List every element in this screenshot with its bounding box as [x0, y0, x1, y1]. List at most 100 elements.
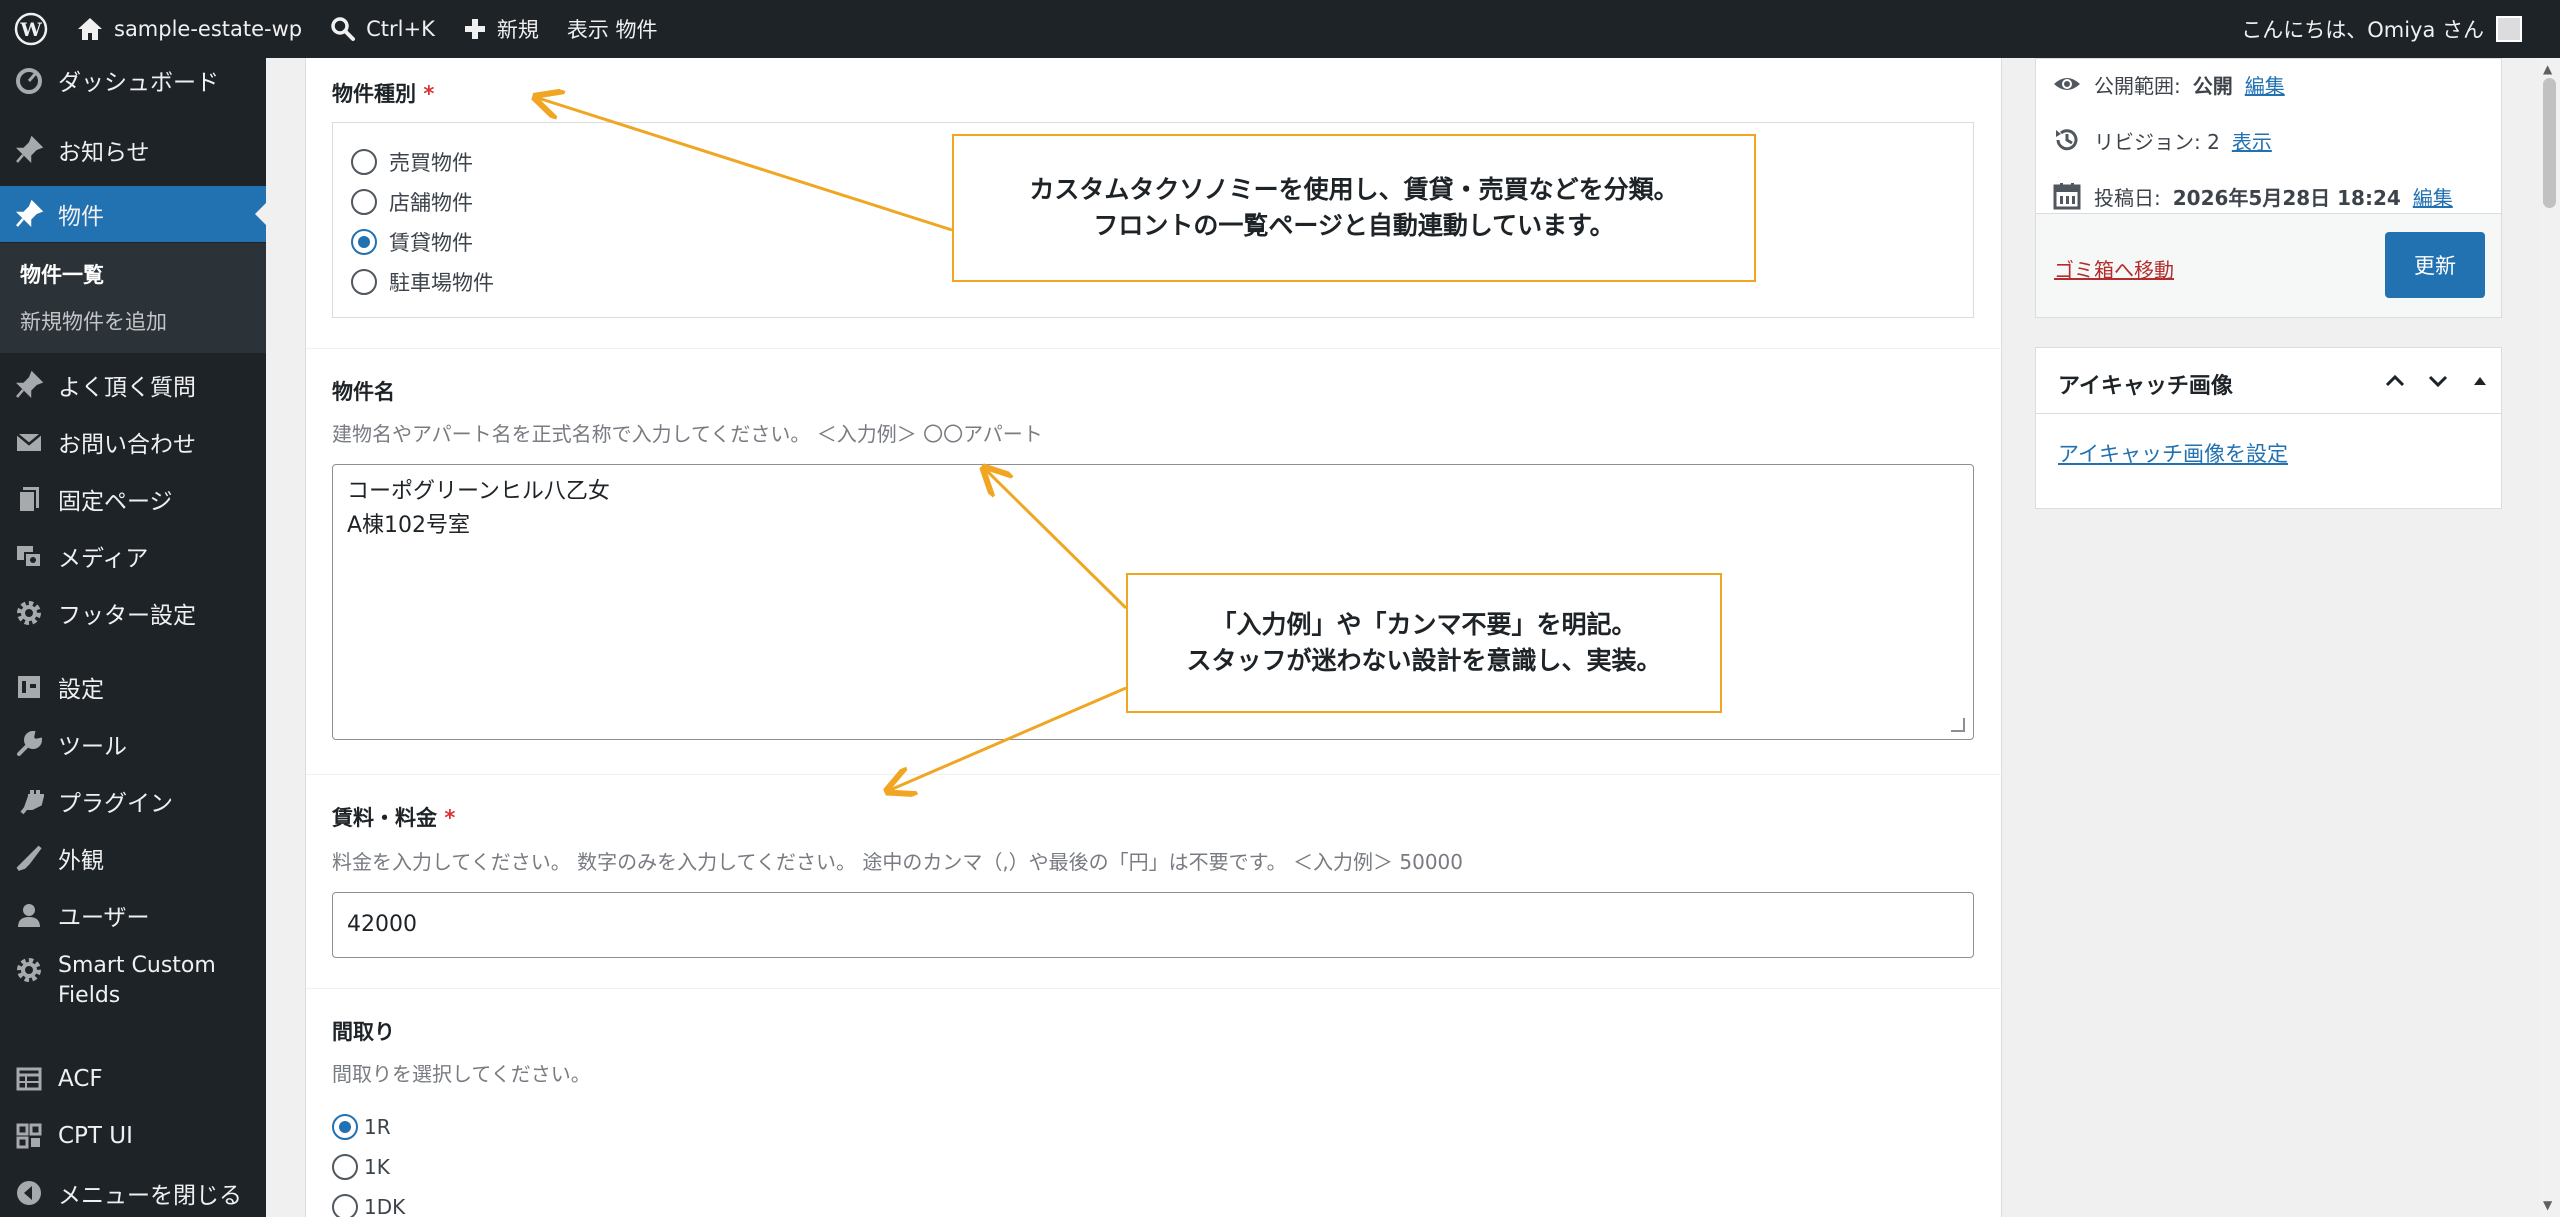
- search-shortcut: Ctrl+K: [366, 17, 435, 41]
- chevron-up-icon: [2385, 374, 2405, 387]
- account-menu[interactable]: こんにちは、Omiya さん: [2241, 0, 2522, 58]
- radio-circle[interactable]: [351, 189, 377, 215]
- search-button[interactable]: Ctrl+K: [316, 0, 449, 58]
- sidebar-label: フッター設定: [58, 603, 196, 629]
- move-to-trash-link[interactable]: ゴミ箱へ移動: [2054, 254, 2174, 283]
- wordpress-logo-button[interactable]: W: [0, 0, 62, 58]
- radio-circle-checked[interactable]: [351, 229, 377, 255]
- radio-label: 1K: [364, 1155, 390, 1179]
- revisions-label: リビジョン: 2: [2094, 129, 2220, 154]
- wrench-icon: [17, 730, 43, 756]
- site-name: sample-estate-wp: [114, 17, 303, 41]
- sidebar-item-plugins[interactable]: プラグイン: [0, 780, 266, 822]
- required-mark: *: [444, 806, 456, 830]
- label-text: 賃料・料金: [332, 806, 437, 830]
- user-icon: [18, 904, 40, 927]
- textarea-resize-grip[interactable]: [1951, 718, 1969, 736]
- table-icon: [16, 1067, 42, 1091]
- radio-circle[interactable]: [332, 1154, 358, 1180]
- pin-icon: [15, 199, 44, 228]
- radio-option-rental[interactable]: 賃貸物件: [351, 227, 473, 257]
- featured-image-header: アイキャッチ画像: [2036, 348, 2501, 414]
- scroll-thumb[interactable]: [2543, 78, 2556, 208]
- radio-option-parking[interactable]: 駐車場物件: [351, 267, 494, 297]
- home-icon: [78, 18, 102, 40]
- sidebar-item-faq[interactable]: よく頂く質問: [0, 364, 266, 406]
- sidebar-label: 設定: [58, 677, 104, 703]
- sidebar-label: 物件: [58, 204, 104, 230]
- sidebar-item-news[interactable]: お知らせ: [0, 130, 266, 170]
- radio-circle[interactable]: [351, 149, 377, 175]
- radio-option-shop[interactable]: 店舗物件: [351, 187, 473, 217]
- radio-option-1k[interactable]: 1K: [332, 1154, 390, 1180]
- sidebar-item-appearance[interactable]: 外観: [0, 837, 266, 879]
- sidebar-item-contact[interactable]: お問い合わせ: [0, 421, 266, 463]
- sidebar-item-dashboard[interactable]: ダッシュボード: [0, 62, 266, 98]
- sidebar-label: お問い合わせ: [58, 432, 196, 458]
- view-property-link[interactable]: 表示 物件: [553, 0, 672, 58]
- page-scrollbar[interactable]: ▲ ▼: [2539, 58, 2560, 1217]
- grip-mark: [1951, 718, 1965, 732]
- scroll-down-arrow-icon[interactable]: ▼: [2543, 1198, 2552, 1212]
- sidebar-item-pages[interactable]: 固定ページ: [0, 478, 266, 520]
- sidebar-label: ツール: [58, 734, 127, 760]
- pin-icon: [15, 370, 44, 399]
- svg-text:W: W: [19, 19, 42, 41]
- triangle-up-icon: [2474, 377, 2486, 385]
- collapse-menu-button[interactable]: メニューを閉じる: [0, 1172, 266, 1214]
- submenu-item-add-property[interactable]: 新規物件を追加: [20, 306, 167, 336]
- radio-option-sale[interactable]: 売買物件: [351, 147, 473, 177]
- publish-actions: ゴミ箱へ移動 更新: [2036, 213, 2501, 317]
- sidebar-item-tools[interactable]: ツール: [0, 723, 266, 765]
- move-up-button[interactable]: [2379, 365, 2411, 397]
- featured-image-box: アイキャッチ画像 アイキャッチ画像を設定: [2035, 347, 2502, 509]
- new-label: 新規: [496, 18, 539, 42]
- radio-circle-checked[interactable]: [332, 1114, 358, 1140]
- radio-circle[interactable]: [332, 1194, 358, 1217]
- view-label: 表示 物件: [566, 18, 658, 42]
- sidebar-item-settings[interactable]: 設定: [0, 666, 266, 708]
- rent-help: 料金を入力してください。 数字のみを入力してください。 途中のカンマ（,）や最後…: [332, 850, 1464, 874]
- paintbrush-icon: [16, 845, 42, 871]
- scroll-up-arrow-icon[interactable]: ▲: [2543, 62, 2552, 76]
- edit-date-link[interactable]: 編集: [2413, 182, 2453, 211]
- sidebar-item-footer-settings[interactable]: フッター設定: [0, 592, 266, 634]
- gear-icon: [17, 601, 41, 625]
- gear-icon: [17, 958, 41, 982]
- sidebar-item-media[interactable]: メディア: [0, 535, 266, 577]
- toggle-panel-button[interactable]: [2464, 365, 2496, 397]
- radio-option-1r[interactable]: 1R: [332, 1114, 391, 1140]
- media-icon: [17, 546, 42, 568]
- radio-option-1dk[interactable]: 1DK: [332, 1194, 405, 1217]
- sidebar-item-smart-custom-fields[interactable]: Smart Custom Fields: [0, 951, 266, 1025]
- edit-visibility-link[interactable]: 編集: [2245, 70, 2285, 99]
- radio-circle[interactable]: [351, 269, 377, 295]
- move-down-button[interactable]: [2422, 365, 2454, 397]
- date-label: 投稿日:: [2094, 185, 2161, 210]
- rent-input[interactable]: 42000: [332, 892, 1974, 958]
- update-button[interactable]: 更新: [2385, 232, 2485, 298]
- new-content-button[interactable]: 新規: [449, 0, 553, 58]
- show-revisions-link[interactable]: 表示: [2232, 126, 2272, 155]
- date-value: 2026年5月28日 18:24: [2172, 185, 2401, 210]
- visibility-value: 公開: [2192, 73, 2233, 98]
- field-divider: [306, 348, 2003, 349]
- sidebar-item-property[interactable]: 物件: [0, 186, 266, 242]
- featured-image-title: アイキャッチ画像: [2058, 374, 2233, 399]
- sidebar-label-line: Fields: [58, 983, 121, 1008]
- sidebar-item-acf[interactable]: ACF: [0, 1058, 266, 1100]
- annotation-callout-input-hints: 「入力例」や「カンマ不要」を明記。 スタッフが迷わない設計を意識し、実装。: [1126, 573, 1722, 713]
- sidebar-label: よく頂く質問: [58, 375, 196, 401]
- plugin-icon: [20, 790, 44, 815]
- field-divider: [306, 774, 2003, 775]
- admin-sidebar: ダッシュボード お知らせ 物件 物件一覧 新規物件を追加 よく頂く質問 お問い合…: [0, 58, 266, 1217]
- set-featured-image-link[interactable]: アイキャッチ画像を設定: [2058, 438, 2288, 468]
- visibility-label: 公開範囲:: [2094, 73, 2181, 98]
- submenu-item-property-list[interactable]: 物件一覧: [20, 259, 104, 289]
- site-name-link[interactable]: sample-estate-wp: [62, 0, 316, 58]
- sidebar-item-users[interactable]: ユーザー: [0, 894, 266, 936]
- sidebar-label: 固定ページ: [58, 489, 173, 515]
- sidebar-item-cpt-ui[interactable]: CPT UI: [0, 1115, 266, 1157]
- envelope-icon: [16, 433, 42, 451]
- settings-icon: [18, 676, 40, 698]
